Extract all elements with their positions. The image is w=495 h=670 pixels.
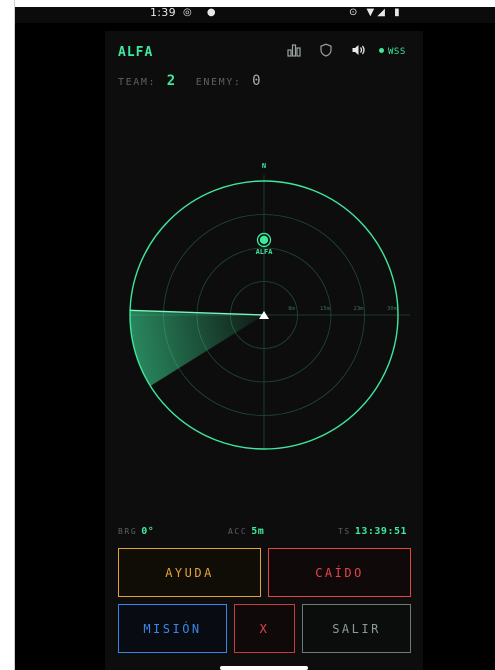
contact-label: ALFA (256, 248, 274, 256)
contact-dot-icon (259, 235, 269, 245)
accuracy-label: ACC (228, 527, 248, 536)
app-header: ALFA WSS (105, 31, 423, 71)
timestamp-value: 13:39:51 (354, 526, 408, 537)
status-bar: 1:39 ◎ ● ⊙ ▼◢ ▮ (15, 7, 495, 23)
enemy-label: ENEMY: (195, 77, 242, 88)
radar-ring-label: 23m (354, 306, 365, 312)
telemetry-bar: BRG 0° ACC 5m TS 13:39:51 (105, 526, 423, 542)
shield-icon[interactable] (318, 43, 334, 59)
radar-ring-label: 15m (320, 306, 331, 312)
left-gutter (0, 0, 14, 670)
callsign: ALFA (118, 45, 154, 60)
bearing-label: BRG (118, 527, 138, 536)
radar-app: ALFA WSS TEAM: 2 ENEMY: 0 8m 15m 23m 30m… (105, 31, 423, 670)
radar-scope[interactable]: 8m 15m 23m 30m N ALFA (105, 159, 423, 459)
radar-ring-label: 30m (387, 306, 398, 312)
bearing-value: 0° (141, 526, 155, 537)
mission-button[interactable]: MISIÓN (118, 604, 227, 653)
top-margin (0, 0, 495, 7)
cancel-button[interactable]: X (234, 604, 295, 653)
chart-icon-glyph (287, 44, 301, 57)
status-system-icons: ⊙ ▼◢ ▮ (349, 7, 403, 18)
status-time: 1:39 (150, 7, 176, 19)
connection-status: WSS (379, 47, 406, 57)
team-counts: TEAM: 2 ENEMY: 0 (118, 73, 274, 89)
connection-dot-icon (379, 48, 384, 53)
radar-sweep (130, 310, 264, 387)
shield-icon-glyph (320, 43, 332, 57)
device-screen: 1:39 ◎ ● ⊙ ▼◢ ▮ ALFA WSS TEAM: 2 ENEMY: … (15, 7, 495, 670)
radar-ring-labels: 8m 15m 23m 30m (288, 306, 397, 312)
enemy-count: 0 (252, 73, 261, 89)
timestamp-label: TS (338, 527, 351, 536)
radar-ring-label: 8m (288, 306, 295, 312)
status-notification-icons: ◎ ● (183, 7, 222, 18)
connection-label: WSS (388, 47, 406, 57)
accuracy-value: 5m (251, 526, 265, 537)
bearing-readout: BRG 0° (118, 526, 154, 537)
speaker-icon[interactable] (350, 43, 366, 59)
team-label: TEAM: (118, 77, 157, 88)
radar-north-label: N (262, 162, 266, 170)
down-button[interactable]: CAÍDO (268, 548, 411, 597)
help-button[interactable]: AYUDA (118, 548, 261, 597)
accuracy-readout: ACC 5m (228, 526, 264, 537)
team-count: 2 (166, 73, 176, 89)
home-indicator[interactable] (220, 666, 308, 670)
exit-button[interactable]: SALIR (302, 604, 411, 653)
timestamp-readout: TS 13:39:51 (338, 526, 407, 537)
speaker-icon-glyph (352, 45, 365, 55)
chart-icon[interactable] (286, 43, 302, 59)
